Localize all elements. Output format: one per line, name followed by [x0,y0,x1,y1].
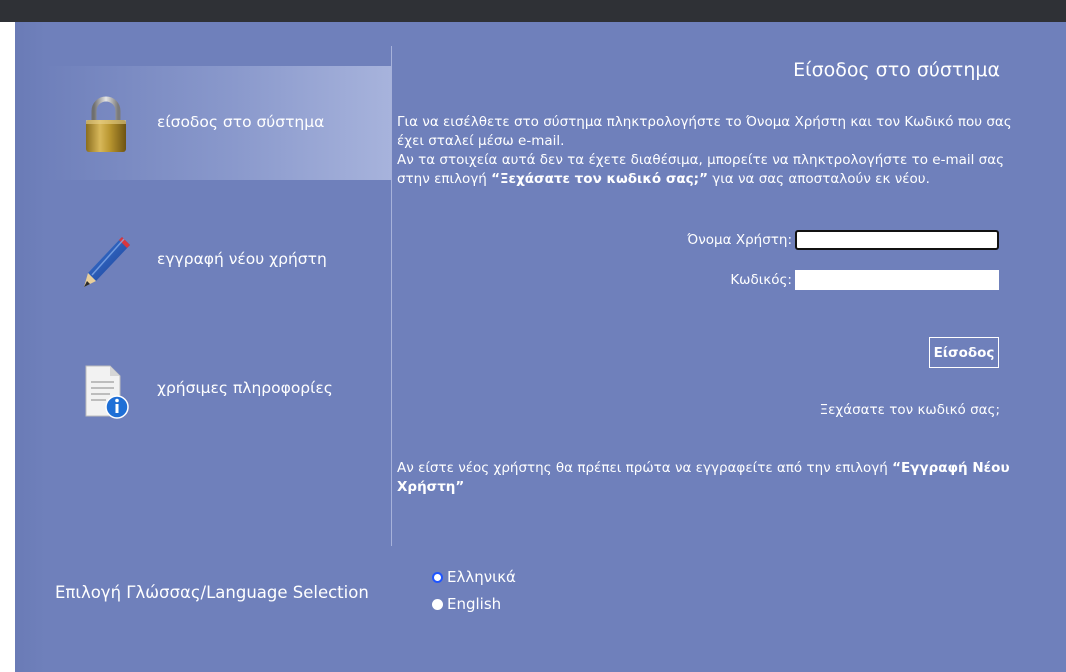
forgot-password-link[interactable]: Ξεχάσατε τον κωδικό σας; [820,402,1000,418]
language-selection-label: Επιλογή Γλώσσας/Language Selection [55,583,369,602]
new-user-text: Αν είστε νέος χρήστης θα πρέπει πρώτα να… [397,459,1017,497]
intro-text: Για να εισέλθετε στο σύστημα πληκτρολογή… [397,113,1017,189]
left-shade [15,22,45,672]
password-label: Κωδικός: [730,272,792,288]
pencil-icon [84,237,130,287]
nav-item-register[interactable]: εγγραφή νέου χρήστη [45,203,391,317]
language-option-greek-label: Ελληνικά [447,568,516,586]
intro-line-2-part2: για να σας αποσταλούν εκ νέου. [707,171,930,187]
password-input[interactable] [795,270,999,290]
username-label: Όνομα Χρήστη: [687,232,792,248]
language-option-english-label: English [447,595,502,613]
radio-selected-icon[interactable] [432,572,443,583]
nav-item-login[interactable]: είσοδος στο σύστημα [45,66,391,180]
page-title: Είσοδος στο σύστημα [793,59,1000,81]
top-bar [0,0,1066,22]
nav-label-login: είσοδος στο σύστημα [157,113,325,131]
main-panel: είσοδος στο σύστημα εγγραφή νέου χρήστη [15,22,1066,672]
padlock-icon [86,96,126,152]
divider [391,46,392,546]
username-input[interactable] [795,230,999,250]
intro-line-2: Αν τα στοιχεία αυτά δεν τα έχετε διαθέσι… [397,151,1017,189]
intro-line-1: Για να εισέλθετε στο σύστημα πληκτρολογή… [397,114,1012,149]
nav-label-info: χρήσιμες πληροφορίες [157,379,333,397]
intro-line-2-bold: “Ξεχάσατε τον κωδικό σας;” [491,171,708,187]
nav-label-register: εγγραφή νέου χρήστη [157,250,327,268]
radio-unselected-icon[interactable] [432,599,443,610]
document-info-icon [85,365,129,419]
language-option-english[interactable]: English [432,595,501,613]
language-option-greek[interactable]: Ελληνικά [432,568,516,586]
login-button[interactable]: Είσοδος [929,337,999,368]
new-user-text-part1: Αν είστε νέος χρήστης θα πρέπει πρώτα να… [397,460,893,476]
nav-item-info[interactable]: χρήσιμες πληροφορίες [45,332,391,446]
